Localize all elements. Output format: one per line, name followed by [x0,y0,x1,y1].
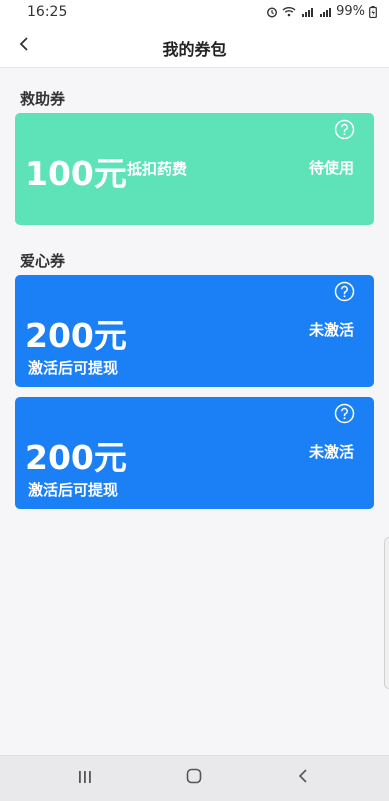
question-mark-icon[interactable] [334,281,355,302]
coupon-status: 未激活 [308,321,354,339]
recent-apps-button[interactable] [70,766,100,790]
status-bar: 16:25 99% [0,0,389,24]
battery-text: 99% [336,4,365,19]
system-nav-bar [0,755,389,801]
coupon-amount: 200元 [25,438,127,477]
home-icon [186,768,202,788]
header: 我的券包 [0,24,389,68]
coupon-description: 抵扣药费 [127,160,188,178]
coupon-card[interactable]: 200元 未激活 激活后可提现 [15,275,374,387]
section-title-charity: 爱心券 [20,252,66,270]
recent-apps-icon [77,769,93,788]
nav-back-button[interactable] [288,766,318,790]
coupon-status: 待使用 [308,159,354,177]
edge-panel-handle[interactable] [384,537,389,689]
section-title-rescue: 救助券 [20,90,66,108]
signal-4g-icon [318,6,332,17]
status-time: 16:25 [27,4,68,20]
home-button[interactable] [179,766,209,790]
coupon-card[interactable]: 200元 未激活 激活后可提现 [15,397,374,509]
question-mark-icon[interactable] [334,403,355,424]
coupon-amount: 100元 [25,154,127,193]
question-mark-icon[interactable] [334,119,355,140]
battery-icon [369,5,377,18]
back-icon [297,768,309,788]
coupon-description: 激活后可提现 [28,481,119,499]
signal-4g-icon [300,6,314,17]
coupon-status: 未激活 [308,443,354,461]
status-icons: 99% [266,4,377,19]
wifi-icon [282,6,296,17]
coupon-card[interactable]: 100元 抵扣药费 待使用 [15,113,374,225]
coupon-description: 激活后可提现 [28,359,119,377]
page-title: 我的券包 [162,40,227,59]
alarm-icon [266,6,278,18]
coupon-amount: 200元 [25,316,127,355]
